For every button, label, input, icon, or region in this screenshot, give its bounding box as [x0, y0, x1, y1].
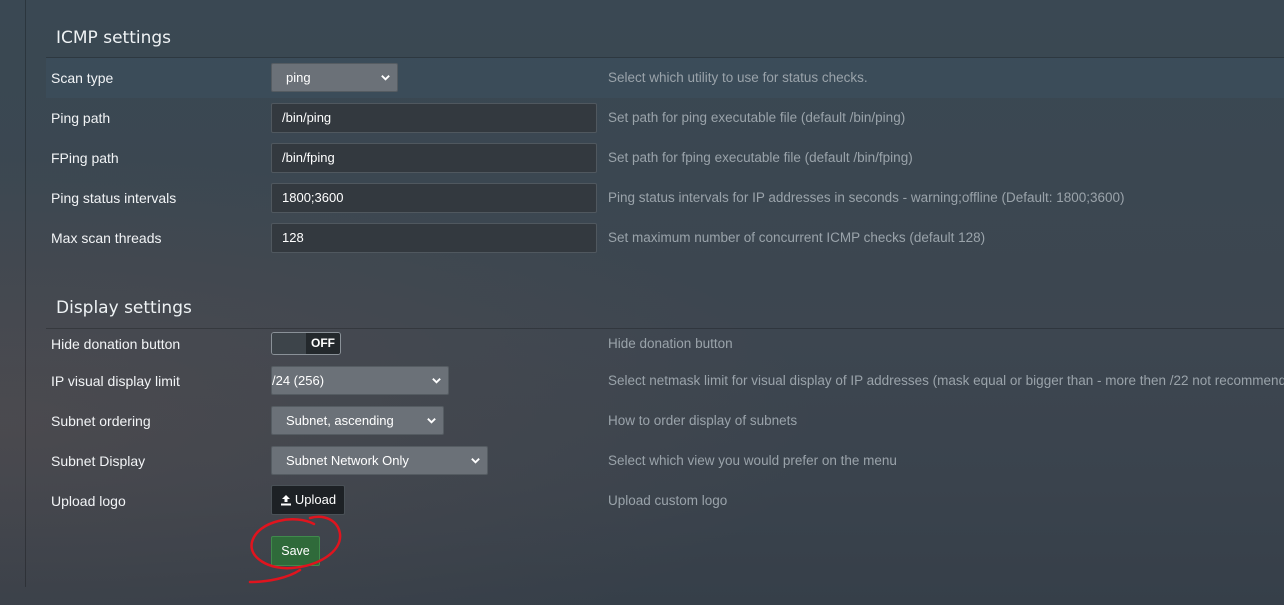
red-circle-annotation	[248, 515, 342, 584]
ip-limit-label: IP visual display limit	[51, 373, 180, 389]
max-threads-row: Max scan threads 128 Set maximum number …	[46, 218, 1284, 258]
ping-path-row: Ping path /bin/ping Set path for ping ex…	[46, 98, 1284, 138]
upload-button-label: Upload	[294, 492, 337, 507]
display-settings-title: Display settings	[56, 298, 192, 318]
upload-logo-row: Upload logo Upload Upload custom logo	[46, 484, 1284, 518]
ping-path-description: Set path for ping executable file (defau…	[608, 110, 906, 125]
toggle-knob	[272, 333, 306, 354]
subnet-ordering-description: How to order display of subnets	[608, 413, 798, 428]
ping-path-label: Ping path	[51, 110, 111, 126]
ping-intervals-input[interactable]: 1800;3600	[271, 183, 597, 213]
ip-limit-description: Select netmask limit for visual display …	[608, 373, 1284, 388]
ping-path-input[interactable]: /bin/ping	[271, 103, 597, 133]
max-threads-description: Set maximum number of concurrent ICMP ch…	[608, 230, 986, 245]
subnet-ordering-row: Subnet ordering Subnet, ascending How to…	[46, 401, 1284, 441]
hide-donation-row: Hide donation button OFF Hide donation b…	[46, 327, 1284, 361]
subnet-ordering-value: Subnet, ascending	[286, 413, 394, 428]
subnet-ordering-select[interactable]: Subnet, ascending	[271, 406, 444, 435]
icmp-settings-title: ICMP settings	[56, 28, 171, 48]
ping-intervals-description: Ping status intervals for IP addresses i…	[608, 190, 1125, 205]
fping-path-input[interactable]: /bin/fping	[271, 143, 597, 173]
scan-type-select[interactable]: ping	[271, 63, 398, 92]
scan-type-label: Scan type	[51, 70, 114, 86]
ping-intervals-label: Ping status intervals	[51, 190, 177, 206]
upload-button[interactable]: Upload	[271, 485, 345, 515]
chevron-down-icon	[471, 458, 480, 464]
frame-divider	[25, 0, 26, 587]
hide-donation-label: Hide donation button	[51, 336, 181, 352]
subnet-ordering-label: Subnet ordering	[51, 413, 151, 429]
hide-donation-description: Hide donation button	[608, 336, 733, 351]
subnet-display-description: Select which view you would prefer on th…	[608, 453, 897, 468]
chevron-down-icon	[381, 75, 390, 81]
subnet-display-select[interactable]: Subnet Network Only	[271, 446, 488, 475]
upload-logo-label: Upload logo	[51, 493, 126, 509]
fping-path-label: FPing path	[51, 150, 119, 166]
upload-logo-description: Upload custom logo	[608, 493, 728, 508]
max-threads-input[interactable]: 128	[271, 223, 597, 253]
fping-path-row: FPing path /bin/fping Set path for fping…	[46, 138, 1284, 178]
chevron-down-icon	[432, 378, 441, 384]
subnet-display-label: Subnet Display	[51, 453, 146, 469]
subnet-display-row: Subnet Display Subnet Network Only Selec…	[46, 441, 1284, 481]
ip-limit-row: IP visual display limit /24 (256) Select…	[46, 361, 1284, 401]
ping-intervals-row: Ping status intervals 1800;3600 Ping sta…	[46, 178, 1284, 218]
toggle-state: OFF	[306, 333, 340, 354]
fping-path-description: Set path for fping executable file (defa…	[608, 150, 913, 165]
ip-limit-value: /24 (256)	[272, 373, 325, 388]
subnet-display-value: Subnet Network Only	[286, 453, 409, 468]
ip-limit-select[interactable]: /24 (256)	[271, 366, 449, 395]
scan-type-value: ping	[286, 70, 311, 85]
scan-type-row: Scan type ping Select which utility to u…	[46, 58, 1284, 98]
scan-type-description: Select which utility to use for status c…	[608, 70, 868, 85]
max-threads-label: Max scan threads	[51, 230, 162, 246]
upload-icon	[280, 495, 291, 506]
chevron-down-icon	[427, 418, 436, 424]
hide-donation-toggle[interactable]: OFF	[271, 332, 341, 355]
